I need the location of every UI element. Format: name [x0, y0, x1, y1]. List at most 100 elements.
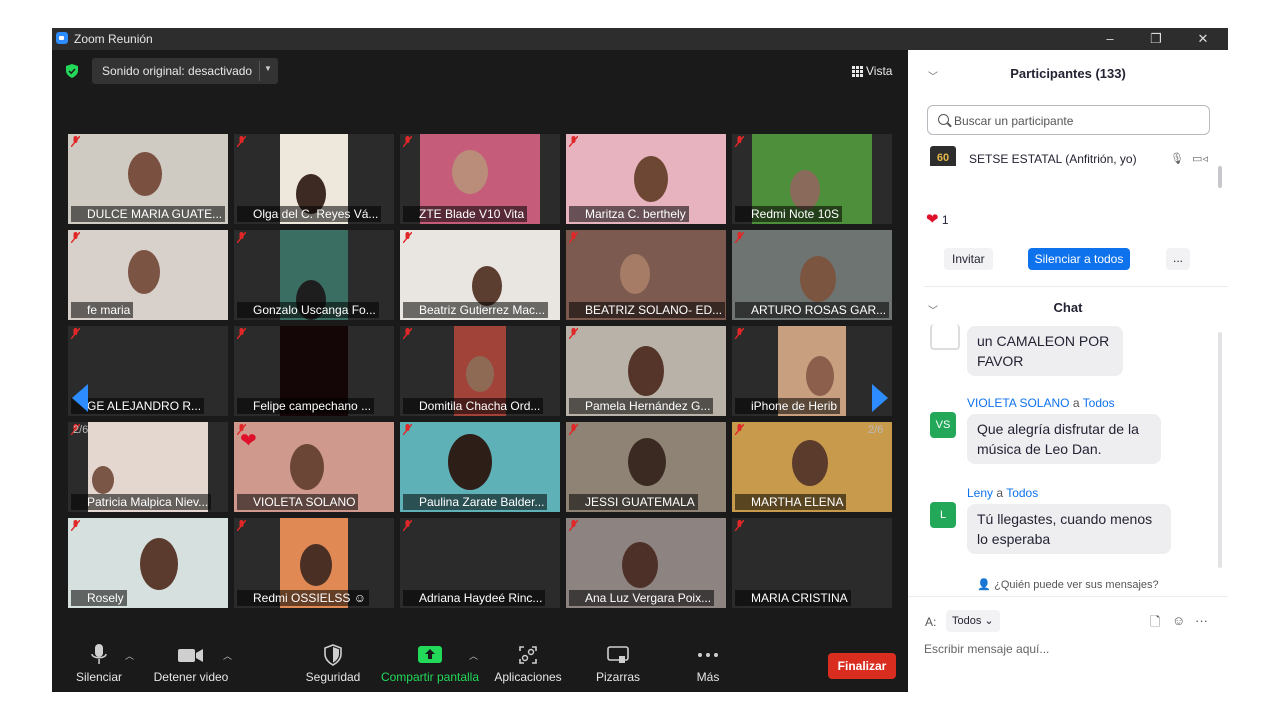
- mute-label: Silenciar: [75, 670, 123, 684]
- video-tile[interactable]: Felipe campechano ...: [234, 326, 394, 416]
- window-title: Zoom Reunión: [74, 32, 153, 46]
- participant-name-label: iPhone de Herib: [735, 398, 841, 414]
- participant-face: [128, 250, 160, 294]
- encryption-shield-icon[interactable]: [66, 64, 78, 78]
- who-can-see-messages-link[interactable]: 👤 ¿Quién puede ver sus mensajes?: [908, 578, 1228, 591]
- video-tile[interactable]: DULCE MARIA GUATE...: [68, 134, 228, 224]
- chat-recipient[interactable]: Todos: [1083, 396, 1115, 410]
- participant-row-host[interactable]: 60 SETSE ESTATAL (Anfitrión, yo) 🎙 ▭◃: [930, 146, 1210, 166]
- participants-scrollbar[interactable]: [1218, 166, 1222, 188]
- video-camera-icon[interactable]: ▭◃: [1192, 152, 1208, 165]
- video-tile[interactable]: Paulina Zarate Balder...: [400, 422, 560, 512]
- video-tile[interactable]: BEATRIZ SOLANO- ED...: [566, 230, 726, 320]
- share-options-chevron-icon[interactable]: ︿: [469, 649, 478, 662]
- title-bar: Zoom Reunión – ❐ ✕: [52, 28, 1228, 50]
- video-tile[interactable]: fe maria: [68, 230, 228, 320]
- video-camera-icon: [178, 649, 203, 662]
- video-tile[interactable]: Patricia Malpica Niev...: [68, 422, 228, 512]
- microphone-icon[interactable]: 🎙: [1170, 152, 1184, 165]
- chevron-down-icon[interactable]: ▼: [264, 64, 272, 73]
- chat-scrollbar[interactable]: [1218, 332, 1222, 568]
- avatar: VS: [930, 412, 956, 438]
- video-tile[interactable]: Redmi OSSIELSS ☺: [234, 518, 394, 608]
- chat-message-bubble: Que alegría disfrutar de la música de Le…: [967, 414, 1161, 464]
- chat-title: Chat: [1053, 300, 1083, 315]
- participant-face: [448, 434, 492, 490]
- video-options-chevron-icon[interactable]: ︿: [223, 649, 232, 662]
- muted-mic-icon: [237, 232, 246, 243]
- chat-recipient-select[interactable]: Todos ⌄: [946, 610, 1000, 632]
- chat-more-button[interactable]: ···: [1195, 613, 1208, 628]
- restore-button[interactable]: ❐: [1144, 30, 1168, 48]
- view-button[interactable]: Vista: [844, 58, 900, 84]
- participants-more-button[interactable]: ...: [1166, 248, 1190, 270]
- video-tile[interactable]: ARTURO ROSAS GAR...: [732, 230, 892, 320]
- more-button[interactable]: Más: [682, 644, 734, 684]
- security-button[interactable]: Seguridad: [300, 644, 366, 684]
- video-tile[interactable]: JESSI GUATEMALA: [566, 422, 726, 512]
- participant-name-label: VIOLETA SOLANO: [237, 494, 359, 510]
- grid-view-icon: [852, 66, 863, 77]
- chat-message-input[interactable]: [922, 636, 1226, 662]
- muted-mic-icon: [237, 424, 246, 435]
- previous-page-arrow-icon[interactable]: [72, 384, 88, 412]
- minimize-button[interactable]: –: [1098, 30, 1122, 48]
- mute-all-button[interactable]: Silenciar a todos: [1028, 248, 1130, 270]
- muted-mic-icon: [71, 136, 80, 147]
- close-button[interactable]: ✕: [1191, 30, 1215, 48]
- avatar: [930, 324, 960, 350]
- participant-name-label: fe maria: [71, 302, 134, 318]
- participant-name-label: JESSI GUATEMALA: [569, 494, 698, 510]
- participant-name-label: Pamela Hernández G...: [569, 398, 714, 414]
- video-tile[interactable]: Domitila Chacha Ord...: [400, 326, 560, 416]
- video-tile[interactable]: ZTE Blade V10 Vita: [400, 134, 560, 224]
- chat-sender[interactable]: Leny: [967, 486, 993, 500]
- end-meeting-button[interactable]: Finalizar: [828, 653, 896, 679]
- original-sound-button[interactable]: Sonido original: desactivado ▼: [92, 58, 278, 84]
- video-tile[interactable]: MARIA CRISTINA: [732, 518, 892, 608]
- chat-message-bubble: un CAMALEON POR FAVOR: [967, 326, 1123, 376]
- participant-search-box[interactable]: [927, 105, 1210, 135]
- emoji-icon[interactable]: ☺: [1172, 613, 1185, 628]
- video-tile[interactable]: Beatriz Gutierrez Mac...: [400, 230, 560, 320]
- video-tile[interactable]: ❤ VIOLETA SOLANO: [234, 422, 394, 512]
- participant-face: [140, 538, 178, 590]
- apps-button[interactable]: Aplicaciones: [492, 644, 564, 684]
- participant-face: [628, 346, 664, 396]
- video-tile[interactable]: Ana Luz Vergara Poix...: [566, 518, 726, 608]
- participants-title: Participantes (133): [1010, 66, 1126, 81]
- stop-video-button[interactable]: Detener video: [150, 644, 232, 684]
- video-tile[interactable]: Maritza C. berthely: [566, 134, 726, 224]
- muted-mic-icon: [237, 520, 246, 531]
- video-tile[interactable]: Gonzalo Uscanga Fo...: [234, 230, 394, 320]
- participant-name-label: Redmi OSSIELSS ☺: [237, 590, 369, 606]
- mute-button[interactable]: Silenciar: [66, 644, 132, 684]
- user-lock-icon: 👤: [977, 579, 992, 591]
- file-icon[interactable]: 🗋: [1150, 613, 1160, 635]
- next-page-arrow-icon[interactable]: [872, 384, 888, 412]
- participant-face: [800, 256, 836, 302]
- mute-options-chevron-icon[interactable]: ︿: [125, 649, 134, 662]
- video-tile[interactable]: Adriana Haydeé Rinc...: [400, 518, 560, 608]
- video-tile[interactable]: Rosely: [68, 518, 228, 608]
- participant-name-label: Gonzalo Uscanga Fo...: [237, 302, 379, 318]
- muted-mic-icon: [735, 136, 744, 147]
- participant-name-label: MARIA CRISTINA: [735, 590, 851, 606]
- muted-mic-icon: [403, 520, 412, 531]
- whiteboards-button[interactable]: Pizarras: [588, 644, 648, 684]
- invite-button[interactable]: Invitar: [944, 248, 993, 270]
- video-tile[interactable]: Redmi Note 10S: [732, 134, 892, 224]
- meeting-toolbar: Silenciar ︿ Detener video ︿ Seguridad Co…: [52, 616, 908, 692]
- participant-search-input[interactable]: [952, 110, 1206, 132]
- chat-sender[interactable]: VIOLETA SOLANO: [967, 396, 1069, 410]
- video-tile[interactable]: iPhone de Herib: [732, 326, 892, 416]
- share-screen-button[interactable]: Compartir pantalla: [378, 644, 482, 684]
- participant-face: [620, 254, 650, 294]
- muted-mic-icon: [403, 232, 412, 243]
- video-tile[interactable]: Pamela Hernández G...: [566, 326, 726, 416]
- video-tile[interactable]: Olga del C. Reyes Vá...: [234, 134, 394, 224]
- muted-mic-icon: [735, 520, 744, 531]
- muted-mic-icon: [569, 232, 578, 243]
- chat-recipient[interactable]: Todos: [1006, 486, 1038, 500]
- video-tile[interactable]: GE ALEJANDRO R...: [68, 326, 228, 416]
